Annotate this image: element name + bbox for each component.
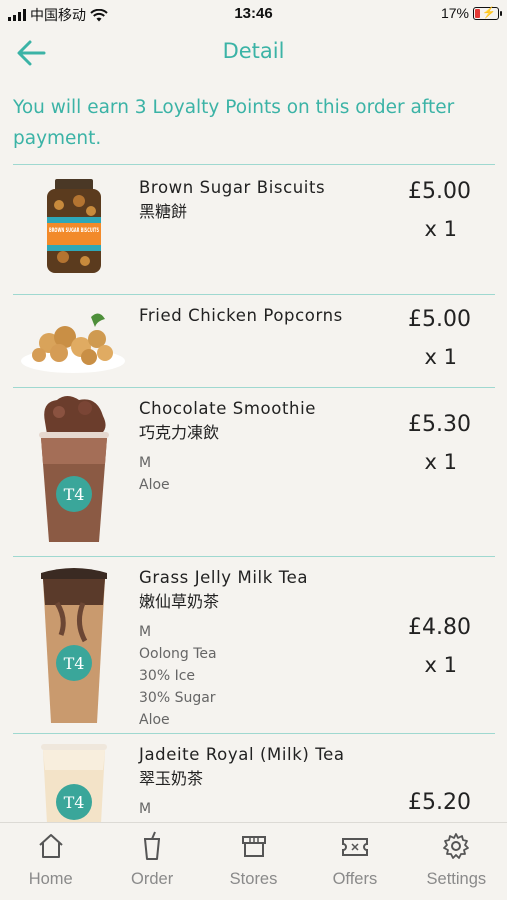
status-bar: 中国移动 13:46 17% ⚡ bbox=[0, 0, 507, 28]
item-option: 30% Sugar bbox=[139, 690, 216, 706]
order-list: BROWN SUGAR BISCUITS Brown Sugar Biscuit… bbox=[13, 164, 495, 823]
product-image bbox=[21, 313, 125, 373]
item-quantity: x 1 bbox=[424, 653, 457, 677]
tab-label: Order bbox=[131, 870, 174, 888]
item-price: £5.30 bbox=[408, 412, 471, 437]
list-item[interactable]: T4 Chocolate Smoothie 巧克力凍飲 M Aloe £5.30… bbox=[13, 387, 495, 556]
cup-logo: T4 bbox=[64, 485, 85, 504]
tab-offers[interactable]: Offers bbox=[304, 823, 405, 900]
item-option: Aloe bbox=[139, 477, 170, 493]
item-option: Aloe bbox=[139, 712, 170, 728]
tab-settings[interactable]: Settings bbox=[406, 823, 507, 900]
page-title: Detail bbox=[222, 39, 285, 63]
item-price: £5.20 bbox=[408, 790, 471, 815]
item-option: M bbox=[139, 455, 152, 471]
tab-order[interactable]: Order bbox=[101, 823, 202, 900]
product-image: T4 bbox=[39, 396, 109, 542]
list-item[interactable]: BROWN SUGAR BISCUITS Brown Sugar Biscuit… bbox=[13, 164, 495, 294]
tab-stores[interactable]: Stores bbox=[203, 823, 304, 900]
item-option: 30% Ice bbox=[139, 668, 196, 684]
product-image: T4 bbox=[41, 744, 107, 823]
item-name-zh: 嫩仙草奶茶 bbox=[139, 592, 220, 611]
item-name-zh: 翠玉奶茶 bbox=[139, 769, 204, 788]
list-item[interactable]: Fried Chicken Popcorns £5.00 x 1 bbox=[13, 294, 495, 387]
item-name: Grass Jelly Milk Tea bbox=[139, 568, 309, 587]
jar-label: BROWN SUGAR BISCUITS bbox=[49, 227, 99, 234]
item-price: £5.00 bbox=[408, 179, 471, 204]
cup-logo: T4 bbox=[64, 793, 85, 812]
tab-label: Settings bbox=[426, 870, 487, 888]
tab-bar: Home Order Stores Offers Settings bbox=[0, 822, 507, 900]
clock: 13:46 bbox=[234, 5, 273, 22]
item-name: Chocolate Smoothie bbox=[139, 399, 317, 418]
store-icon bbox=[241, 836, 266, 857]
cup-icon bbox=[144, 831, 161, 860]
item-option: Oolong Tea bbox=[139, 646, 217, 662]
tab-home[interactable]: Home bbox=[0, 823, 101, 900]
item-name: Jadeite Royal (Milk) Tea bbox=[139, 745, 345, 764]
item-quantity: x 1 bbox=[424, 217, 457, 241]
item-option: M bbox=[139, 801, 152, 817]
item-option: M bbox=[139, 624, 152, 640]
loyalty-message: You will earn 3 Loyalty Points on this o… bbox=[13, 97, 455, 149]
home-icon bbox=[39, 834, 63, 858]
item-name: Fried Chicken Popcorns bbox=[139, 306, 343, 325]
item-name: Brown Sugar Biscuits bbox=[139, 178, 326, 197]
product-image: T4 bbox=[41, 568, 107, 723]
product-image: BROWN SUGAR BISCUITS bbox=[47, 179, 101, 273]
tab-label: Home bbox=[28, 870, 73, 888]
item-name-zh: 黑糖餅 bbox=[139, 202, 188, 221]
ticket-icon bbox=[341, 838, 368, 856]
item-name-zh: 巧克力凍飲 bbox=[139, 423, 220, 442]
tab-label: Stores bbox=[229, 870, 278, 888]
cup-logo: T4 bbox=[64, 654, 85, 673]
battery-percent: 17% bbox=[440, 5, 469, 21]
item-quantity: x 1 bbox=[424, 345, 457, 369]
list-item[interactable]: T4 Jadeite Royal (Milk) Tea 翠玉奶茶 M £5.20 bbox=[13, 733, 495, 823]
list-item[interactable]: T4 Grass Jelly Milk Tea 嫩仙草奶茶 M Oolong T… bbox=[13, 556, 495, 733]
gear-icon bbox=[443, 833, 470, 859]
item-price: £4.80 bbox=[408, 615, 471, 640]
header: Detail bbox=[0, 30, 507, 76]
tab-label: Offers bbox=[332, 870, 378, 888]
item-price: £5.00 bbox=[408, 307, 471, 332]
item-quantity: x 1 bbox=[424, 450, 457, 474]
battery-icon: ⚡ bbox=[473, 6, 502, 20]
